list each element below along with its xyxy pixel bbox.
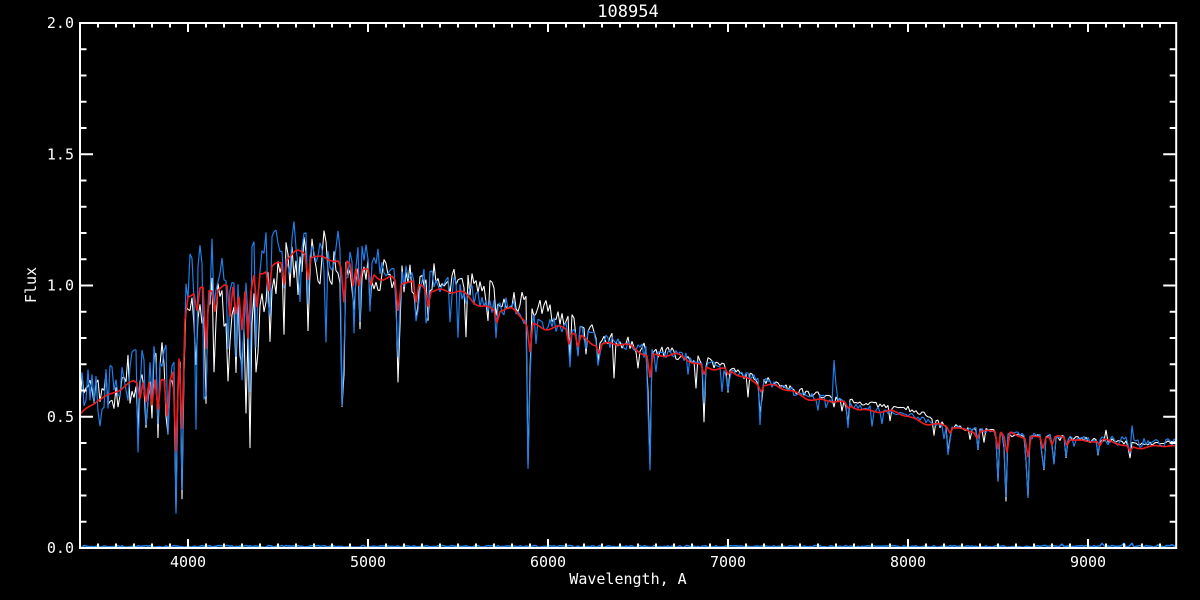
y-tick-label: 1.0 [47, 277, 74, 295]
tick-labels: 4000 5000 6000 7000 8000 9000 0.0 0.5 1.0 1.5 2.0 [47, 14, 1106, 571]
y-tick-label: 0.0 [47, 539, 74, 557]
spectrum-traces [79, 221, 1177, 549]
y-tick-label: 2.0 [47, 14, 74, 32]
x-tick-label: 8000 [890, 553, 926, 571]
spectrum-chart: 108954 4000 5000 6000 7000 8000 9000 0.0 0.5 1.0… [22, 2, 1178, 588]
y-axis-label: Flux [22, 267, 40, 303]
x-tick-label: 9000 [1070, 553, 1106, 571]
y-tick-label: 1.5 [47, 145, 74, 163]
x-axis-label: Wavelength, A [569, 570, 686, 588]
plot-frame [79, 22, 1178, 549]
y-tick-label: 0.5 [47, 408, 74, 426]
spectrum-plot-window: 108954 4000 5000 6000 7000 8000 9000 0.0 0.5 1.0… [0, 0, 1200, 600]
chart-title: 108954 [597, 2, 658, 22]
axes-frame [79, 22, 1178, 549]
axis-ticks [80, 23, 1177, 548]
x-tick-label: 7000 [710, 553, 746, 571]
x-tick-label: 6000 [530, 553, 566, 571]
x-tick-label: 4000 [170, 553, 206, 571]
observed-spectrum-white-trace [79, 230, 1177, 512]
sky-baseline-blue-trace [79, 542, 1177, 549]
x-tick-label: 5000 [350, 553, 386, 571]
